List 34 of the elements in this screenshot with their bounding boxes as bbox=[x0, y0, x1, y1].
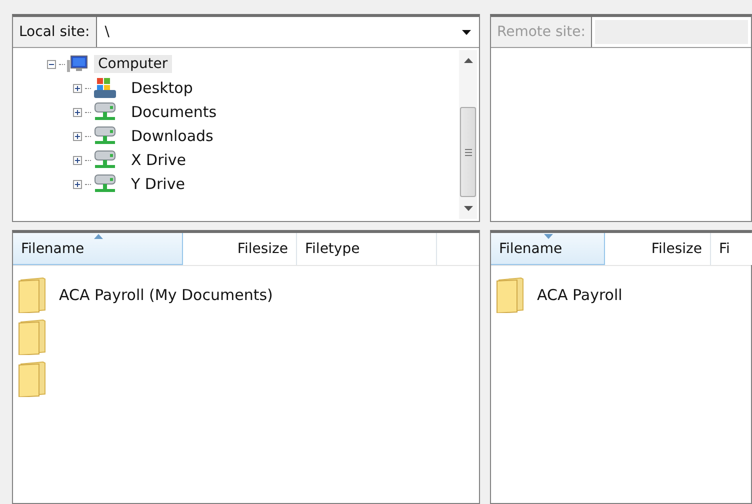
tree-item[interactable]: Documents bbox=[127, 102, 221, 122]
network-drive-icon bbox=[93, 174, 117, 194]
expand-toggle[interactable] bbox=[73, 180, 83, 188]
collapse-toggle[interactable] bbox=[47, 60, 57, 68]
tree-item[interactable]: Desktop bbox=[127, 78, 197, 98]
site-label: Local site: bbox=[13, 17, 97, 47]
folder-icon bbox=[17, 319, 47, 355]
desktop-icon bbox=[93, 77, 117, 99]
tree-item[interactable]: Y Drive bbox=[127, 174, 189, 194]
network-drive-icon bbox=[93, 102, 117, 122]
expand-toggle[interactable] bbox=[73, 84, 83, 92]
column-header[interactable]: Filename bbox=[491, 233, 605, 265]
dropdown-icon[interactable] bbox=[462, 30, 471, 34]
expand-toggle[interactable] bbox=[73, 108, 83, 116]
site-label: Remote site: bbox=[491, 17, 592, 47]
tree-item[interactable]: Computer bbox=[94, 55, 172, 73]
expand-toggle[interactable] bbox=[73, 156, 83, 164]
tree-item[interactable]: X Drive bbox=[127, 150, 190, 170]
column-header[interactable]: Filename bbox=[13, 233, 183, 265]
tree-item[interactable]: Downloads bbox=[127, 126, 218, 146]
scroll-up-icon[interactable] bbox=[464, 58, 472, 63]
folder-icon bbox=[17, 277, 47, 313]
network-drive-icon bbox=[93, 126, 117, 146]
computer-icon bbox=[67, 55, 89, 73]
vertical-scrollbar[interactable] bbox=[459, 50, 477, 219]
folder-icon bbox=[495, 277, 525, 313]
sort-up-icon bbox=[94, 234, 102, 239]
expand-toggle[interactable] bbox=[73, 132, 83, 140]
folder-icon bbox=[17, 361, 47, 397]
network-drive-icon bbox=[93, 150, 117, 170]
scroll-down-icon[interactable] bbox=[464, 206, 472, 211]
file-name[interactable]: ACA Payroll bbox=[537, 286, 622, 304]
file-name[interactable]: ACA Payroll (My Documents) bbox=[59, 286, 273, 304]
sort-down-icon bbox=[544, 234, 552, 239]
